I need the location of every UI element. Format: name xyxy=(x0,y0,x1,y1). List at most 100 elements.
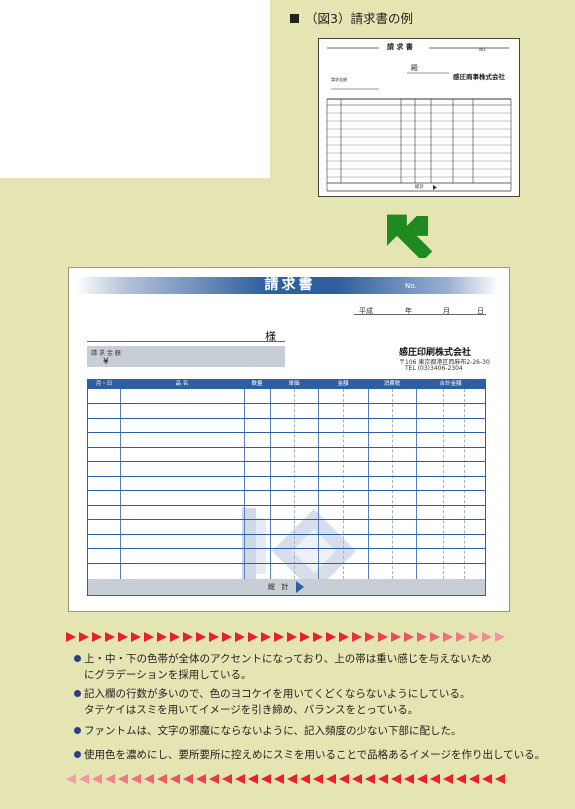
col-amount: 金額 xyxy=(337,381,349,387)
left-triangle-icon xyxy=(482,774,492,784)
left-triangle-icon xyxy=(287,774,297,784)
bullet-item: ファントムは、文字の邪魔にならないように、記入頻度の少ない下部に配した。 xyxy=(74,723,461,739)
bullet-item: 記入欄の行数が多いので、色のヨコケイを用いてくどくならないようにしている。 タテ… xyxy=(74,686,470,718)
bullet-line: タテケイはスミを用いてイメージを引き締め、バランスをとっている。 xyxy=(84,704,419,716)
thumb-total: 総計 xyxy=(415,185,424,190)
left-triangle-icon xyxy=(183,774,193,784)
right-triangle-icon xyxy=(157,632,167,642)
right-triangle-row-icon xyxy=(66,632,505,642)
right-triangle-icon xyxy=(352,632,362,642)
right-triangle-icon xyxy=(378,632,388,642)
date-day: 日 xyxy=(477,307,484,315)
recipient-line xyxy=(87,341,285,342)
caption-text: （図3）請求書の例 xyxy=(305,11,413,26)
left-triangle-icon xyxy=(79,774,89,784)
thumb-sama: 殿 xyxy=(411,64,418,72)
thumb-amount-label: 請求金額 xyxy=(331,77,347,82)
left-triangle-icon xyxy=(248,774,258,784)
left-triangle-icon xyxy=(313,774,323,784)
company-tel: TEL (03)3406-2304 xyxy=(405,365,463,372)
col-tax: 消費税 xyxy=(383,381,401,387)
col-item: 品 名 xyxy=(175,381,189,387)
right-triangle-icon xyxy=(79,632,89,642)
left-triangle-icon xyxy=(118,774,128,784)
right-triangle-icon xyxy=(261,632,271,642)
row-line xyxy=(88,403,485,404)
invoice-document: 請求書 No. 平成 年 月 日 様 請 求 金 額 ¥ 感圧印刷株式会社 〒1… xyxy=(68,267,510,612)
right-triangle-icon xyxy=(469,632,479,642)
thumb-no: NO. xyxy=(479,47,487,52)
right-triangle-icon xyxy=(326,632,336,642)
left-triangle-icon xyxy=(443,774,453,784)
row-line xyxy=(88,432,485,433)
right-triangle-icon xyxy=(144,632,154,642)
row-line xyxy=(88,519,485,520)
left-triangle-icon xyxy=(131,774,141,784)
right-triangle-icon xyxy=(313,632,323,642)
right-triangle-icon xyxy=(170,632,180,642)
left-triangle-icon xyxy=(339,774,349,784)
date-year: 年 xyxy=(405,307,412,315)
left-triangle-icon xyxy=(352,774,362,784)
total-label: 総 計 xyxy=(268,583,291,591)
right-triangle-icon xyxy=(339,632,349,642)
right-triangle-icon xyxy=(430,632,440,642)
col-total: 合計金額 xyxy=(439,381,462,387)
left-triangle-icon xyxy=(196,774,206,784)
right-triangle-icon xyxy=(443,632,453,642)
left-triangle-icon xyxy=(456,774,466,784)
left-triangle-row-icon xyxy=(66,774,505,784)
left-triangle-icon xyxy=(92,774,102,784)
left-triangle-icon xyxy=(157,774,167,784)
left-triangle-icon xyxy=(274,774,284,784)
row-line xyxy=(88,563,485,564)
row-line xyxy=(88,447,485,448)
row-line xyxy=(88,418,485,419)
invoice-no-label: No. xyxy=(405,282,417,290)
bullet-dot-icon xyxy=(74,727,81,734)
square-bullet-icon xyxy=(290,14,299,23)
left-triangle-icon xyxy=(209,774,219,784)
row-line xyxy=(88,534,485,535)
row-line xyxy=(88,461,485,462)
right-triangle-icon xyxy=(196,632,206,642)
bullet-line: ファントムは、文字の邪魔にならないように、記入頻度の少ない下部に配した。 xyxy=(84,725,462,737)
invoice-title: 請求書 xyxy=(264,277,316,293)
left-triangle-icon xyxy=(417,774,427,784)
bullet-line: 記入欄の行数が多いので、色のヨコケイを用いてくどくならないようにしている。 xyxy=(84,688,471,700)
col-date: 月・日 xyxy=(95,381,113,387)
left-triangle-icon xyxy=(144,774,154,784)
thumb-title: 請 求 書 xyxy=(387,43,413,51)
left-triangle-icon xyxy=(261,774,271,784)
right-triangle-icon xyxy=(456,632,466,642)
amount-label: 請 求 金 額 xyxy=(91,350,121,357)
left-triangle-icon xyxy=(404,774,414,784)
figure-caption: （図3）請求書の例 xyxy=(290,8,413,27)
row-line xyxy=(88,548,485,549)
right-triangle-icon xyxy=(222,632,232,642)
right-triangle-icon xyxy=(391,632,401,642)
row-line xyxy=(88,490,485,491)
right-triangle-icon xyxy=(105,632,115,642)
right-triangle-icon xyxy=(183,632,193,642)
right-triangle-icon xyxy=(287,632,297,642)
left-triangle-icon xyxy=(105,774,115,784)
bullet-line: 使用色を濃めにし、要所要所に控えめにスミを用いることで品格あるイメージを作り出し… xyxy=(84,749,546,761)
right-triangle-icon xyxy=(66,632,76,642)
left-triangle-icon xyxy=(170,774,180,784)
thumbnail-drawing xyxy=(326,47,512,192)
bullet-dot-icon xyxy=(74,655,81,662)
table-header: 月・日 品 名 数量 単価 金額 消費税 合計金額 xyxy=(88,380,485,389)
bullet-line: にグラデーションを採用している。 xyxy=(84,669,252,681)
left-triangle-icon xyxy=(391,774,401,784)
right-triangle-icon xyxy=(300,632,310,642)
total-triangle-icon xyxy=(296,581,304,593)
right-triangle-icon xyxy=(248,632,258,642)
items-table: 月・日 品 名 数量 単価 金額 消費税 合計金額 総 計 xyxy=(87,379,486,596)
right-triangle-icon xyxy=(92,632,102,642)
right-triangle-icon xyxy=(131,632,141,642)
original-invoice-thumbnail: 請 求 書 NO. 殿 感圧商事株式会社 請求金額 総計 xyxy=(318,38,520,197)
date-line xyxy=(354,314,486,315)
thumb-company: 感圧商事株式会社 xyxy=(453,73,505,81)
right-triangle-icon xyxy=(482,632,492,642)
